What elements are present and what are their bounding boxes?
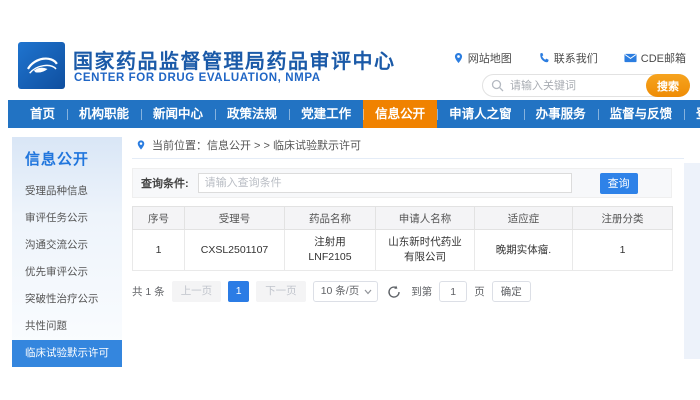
main-nav: 首页 机构职能 新闻中心 政策法规 党建工作 信息公开 申请人之窗 办事服务 监…: [8, 100, 700, 128]
sidebar-item-communication[interactable]: 沟通交流公示: [12, 232, 122, 259]
chevron-down-icon: [364, 289, 372, 295]
cde-logo-swoosh-icon: [22, 46, 62, 86]
nav-item-applicant-window[interactable]: 申请人之窗: [437, 100, 524, 128]
topbar-quick-links: 网站地图 联系我们 CDE邮箱: [453, 50, 686, 66]
refresh-button[interactable]: [387, 284, 402, 299]
sitemap-link[interactable]: 网站地图: [453, 50, 512, 66]
table-row: 1 CXSL2501107 注射用LNF2105 山东新时代药业有限公司 晚期实…: [133, 230, 673, 271]
prev-page-button[interactable]: 上一页: [172, 281, 222, 302]
col-header-applicant-name: 申请人名称: [376, 207, 475, 230]
goto-page-unit: 页: [474, 284, 485, 299]
cde-logo: [18, 42, 65, 89]
sidebar: 信息公开 受理品种信息 审评任务公示 沟通交流公示 优先审评公示 突破性治疗公示…: [12, 137, 122, 363]
current-page-button[interactable]: 1: [228, 281, 249, 302]
query-label: 查询条件:: [141, 175, 189, 191]
contact-us-link-label: 联系我们: [554, 50, 598, 66]
search-button[interactable]: 搜索: [646, 74, 690, 97]
goto-confirm-button[interactable]: 确定: [492, 281, 531, 302]
main-content: 当前位置：信息公开 > > 临床试验默示许可 查询条件: 查询 序号 受理号 药…: [132, 132, 684, 302]
goto-page-input[interactable]: [439, 281, 467, 302]
results-table: 序号 受理号 药品名称 申请人名称 适应症 注册分类 1 CXSL2501107…: [132, 206, 673, 271]
cde-mail-link[interactable]: CDE邮箱: [624, 50, 686, 66]
cell-registration-class: 1: [573, 230, 673, 271]
pagination-total: 共 1 条: [132, 284, 165, 299]
nav-item-supervision-feedback[interactable]: 监督与反馈: [598, 100, 685, 128]
nav-item-policies[interactable]: 政策法规: [215, 100, 289, 128]
col-header-registration-class: 注册分类: [573, 207, 673, 230]
breadcrumb-pin-icon: [136, 139, 146, 151]
nav-item-home[interactable]: 首页: [18, 100, 67, 128]
cde-website-page: 国家药品监督管理局药品审评中心 CENTER FOR DRUG EVALUATI…: [0, 0, 700, 400]
table-header-row: 序号 受理号 药品名称 申请人名称 适应症 注册分类: [133, 207, 673, 230]
query-button[interactable]: 查询: [600, 173, 638, 194]
breadcrumb: 当前位置：信息公开 > > 临床试验默示许可: [132, 132, 684, 159]
sidebar-item-breakthrough-therapy[interactable]: 突破性治疗公示: [12, 286, 122, 313]
phone-icon: [538, 52, 550, 64]
site-subtitle: CENTER FOR DRUG EVALUATION, NMPA: [74, 72, 321, 84]
next-page-button[interactable]: 下一页: [256, 281, 306, 302]
col-header-index: 序号: [133, 207, 185, 230]
col-header-drug-name: 药品名称: [285, 207, 376, 230]
col-header-acceptance-no: 受理号: [185, 207, 285, 230]
sitemap-link-label: 网站地图: [468, 50, 512, 66]
nav-item-registration-platform[interactable]: 登记备案平台: [684, 100, 700, 128]
query-input[interactable]: [198, 173, 572, 193]
nav-item-party-building[interactable]: 党建工作: [289, 100, 363, 128]
breadcrumb-text: 当前位置：信息公开 > > 临床试验默示许可: [152, 137, 361, 153]
contact-us-link[interactable]: 联系我们: [538, 50, 598, 66]
col-header-indication: 适应症: [475, 207, 573, 230]
sidebar-item-priority-review[interactable]: 优先审评公示: [12, 259, 122, 286]
header-search: 搜索: [482, 74, 690, 97]
sidebar-item-common-issues[interactable]: 共性问题: [12, 313, 122, 340]
cde-mail-link-label: CDE邮箱: [641, 50, 686, 66]
query-bar: 查询条件: 查询: [132, 168, 672, 198]
site-title: 国家药品监督管理局药品审评中心: [73, 45, 396, 74]
page-size-select[interactable]: 10 条/页: [313, 281, 379, 302]
sidebar-item-review-tasks[interactable]: 审评任务公示: [12, 205, 122, 232]
cell-drug-name: 注射用LNF2105: [285, 230, 376, 271]
location-pin-icon: [453, 52, 464, 64]
cell-acceptance-no: CXSL2501107: [185, 230, 285, 271]
goto-page-label: 到第: [411, 284, 432, 299]
nav-item-news-center[interactable]: 新闻中心: [141, 100, 215, 128]
envelope-icon: [624, 53, 637, 63]
pagination: 共 1 条 上一页 1 下一页 10 条/页 到第 页 确定: [132, 281, 684, 302]
nav-item-services[interactable]: 办事服务: [524, 100, 598, 128]
content-right-strip: [684, 163, 700, 359]
page-size-value: 10 条/页: [321, 285, 360, 297]
cell-applicant-name: 山东新时代药业有限公司: [376, 230, 475, 271]
sidebar-item-accepted-varieties[interactable]: 受理品种信息: [12, 178, 122, 205]
cell-indication: 晚期实体瘤.: [475, 230, 573, 271]
refresh-icon: [387, 285, 401, 299]
cell-index: 1: [133, 230, 185, 271]
nav-item-info-disclosure[interactable]: 信息公开: [363, 100, 437, 128]
sidebar-title: 信息公开: [12, 137, 122, 178]
nav-item-org-functions[interactable]: 机构职能: [67, 100, 141, 128]
sidebar-item-clinical-trial-implied-license[interactable]: 临床试验默示许可: [12, 340, 122, 367]
search-icon: [491, 79, 504, 92]
